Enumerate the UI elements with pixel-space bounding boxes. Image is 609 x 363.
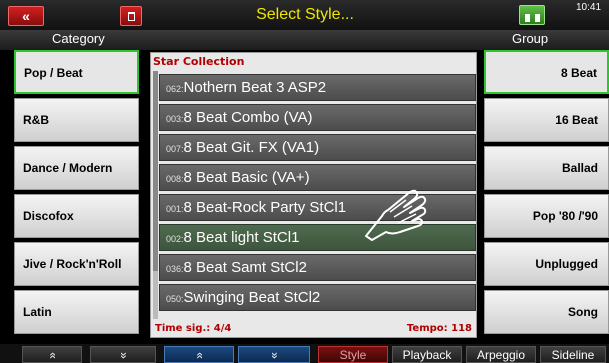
tab-style[interactable]: Style — [318, 346, 388, 363]
group-heading: Group — [512, 31, 549, 46]
style-row-name: 8 Beat light StCl1 — [183, 229, 300, 246]
category-jive-rocknroll[interactable]: Jive / Rock'n'Roll — [14, 242, 139, 286]
registration-icon-part — [525, 14, 530, 22]
category-heading: Category — [52, 31, 105, 46]
group-unplugged[interactable]: Unplugged — [484, 242, 609, 286]
trash-button[interactable] — [120, 6, 142, 26]
chevron-down-icon: » — [116, 352, 131, 359]
time-signature: Time sig.: 4/4 — [155, 323, 232, 334]
style-info-footer: Time sig.: 4/4 Tempo: 118 — [153, 321, 474, 337]
style-row-name: Swinging Beat StCl2 — [183, 289, 321, 306]
style-row-number: 003: — [166, 114, 184, 124]
scrollbar-thumb[interactable] — [153, 71, 158, 271]
style-row-name: 8 Beat-Rock Party StCl1 — [183, 199, 347, 216]
style-row-number: 002: — [166, 234, 184, 244]
style-row-number: 062: — [166, 84, 184, 94]
style-row-name: 8 Beat Basic (VA+) — [183, 169, 310, 186]
group-8-beat[interactable]: 8 Beat — [484, 50, 609, 94]
tab-playback[interactable]: Playback — [392, 346, 462, 363]
scroll-up-button[interactable]: » — [22, 346, 82, 363]
style-row-number: 007: — [166, 144, 184, 154]
back-button[interactable]: « — [8, 6, 44, 26]
style-row[interactable]: 036:8 Beat Samt StCl2 — [159, 254, 476, 281]
chevron-up-icon: » — [191, 352, 206, 359]
registration-icon[interactable] — [519, 5, 545, 25]
hand-pointer-icon — [365, 189, 427, 241]
style-row-number: 036: — [166, 264, 184, 274]
category-latin[interactable]: Latin — [14, 290, 139, 334]
style-row[interactable]: 050:Swinging Beat StCl2 — [159, 284, 476, 311]
style-row[interactable]: 062:Nothern Beat 3 ASP2 — [159, 74, 476, 101]
style-row-number: 050: — [166, 294, 184, 304]
style-row[interactable]: 003:8 Beat Combo (VA) — [159, 104, 476, 131]
page-title: Select Style... — [256, 6, 354, 23]
style-row-name: 8 Beat Samt StCl2 — [183, 259, 307, 276]
tab-sideline[interactable]: Sideline — [540, 346, 606, 363]
style-row-number: 001: — [166, 204, 184, 214]
style-row[interactable]: 007:8 Beat Git. FX (VA1) — [159, 134, 476, 161]
category-dance-modern[interactable]: Dance / Modern — [14, 146, 139, 190]
tab-arpeggio[interactable]: Arpeggio — [466, 346, 536, 363]
clock: 10:41 — [576, 2, 602, 13]
style-list-scrollbar[interactable] — [153, 71, 158, 319]
style-row-name: 8 Beat Combo (VA) — [183, 109, 313, 126]
chevron-down-icon: » — [267, 352, 282, 359]
category-discofox[interactable]: Discofox — [14, 194, 139, 238]
registration-icon-part — [535, 14, 540, 22]
trash-icon — [128, 12, 135, 21]
scroll-down-button[interactable]: » — [90, 346, 156, 363]
category-rnb[interactable]: R&B — [14, 98, 139, 142]
category-pop-beat[interactable]: Pop / Beat — [14, 50, 139, 94]
page-up-button[interactable]: » — [164, 346, 234, 363]
style-row-name: Nothern Beat 3 ASP2 — [183, 79, 327, 96]
style-list-heading: Star Collection — [153, 55, 245, 68]
style-row-number: 008: — [166, 174, 184, 184]
group-pop-80-90[interactable]: Pop '80 /'90 — [484, 194, 609, 238]
page-down-button[interactable]: » — [238, 346, 310, 363]
group-16-beat[interactable]: 16 Beat — [484, 98, 609, 142]
tempo: Tempo: 118 — [406, 323, 472, 334]
style-row-name: 8 Beat Git. FX (VA1) — [183, 139, 320, 156]
chevron-up-icon: » — [44, 352, 59, 359]
group-ballad[interactable]: Ballad — [484, 146, 609, 190]
group-song[interactable]: Song — [484, 290, 609, 334]
